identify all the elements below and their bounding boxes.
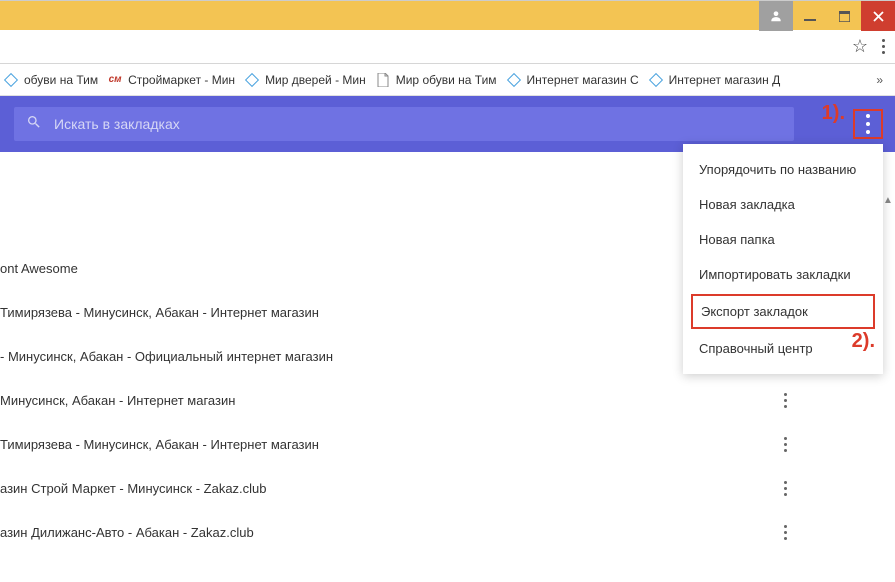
bookmark-label: Интернет магазин Д (669, 73, 781, 87)
close-button[interactable] (861, 1, 895, 31)
diamond-icon (649, 73, 663, 87)
list-item[interactable]: азин Строй Маркет - Минусинск - Zakaz.cl… (0, 466, 813, 510)
diamond-icon (4, 73, 18, 87)
bookmark-label: Строймаркет - Мин (128, 73, 235, 87)
app-toolbar: 1). Упорядочить по названию Новая заклад… (0, 96, 895, 152)
maximize-button[interactable] (827, 1, 861, 31)
bookmarks-manager: 1). Упорядочить по названию Новая заклад… (0, 96, 895, 152)
bookmark-star-icon[interactable]: ☆ (852, 36, 868, 57)
bookmark-label: Интернет магазин C (527, 73, 639, 87)
menu-import-bookmarks[interactable]: Импортировать закладки (683, 257, 883, 292)
bookmark-item[interactable]: Мир дверей - Мин (245, 73, 366, 87)
bookmark-title: азин Дилижанс-Авто - Абакан - Zakaz.club (0, 525, 254, 540)
bookmark-label: обуви на Тим (24, 73, 98, 87)
annotation-1: 1). (822, 102, 845, 125)
bookmark-title: Тимирязева - Минусинск, Абакан - Интерне… (0, 437, 319, 452)
list-item[interactable]: Тимирязева - Минусинск, Абакан - Интерне… (0, 422, 813, 466)
menu-new-bookmark[interactable]: Новая закладка (683, 187, 883, 222)
bookmarks-overflow-icon[interactable]: » (868, 73, 891, 87)
more-icon[interactable] (778, 475, 793, 502)
diamond-icon (507, 73, 521, 87)
search-field[interactable] (14, 107, 794, 141)
bookmark-item[interactable]: Интернет магазин Д (649, 73, 781, 87)
search-input[interactable] (54, 116, 782, 132)
bookmark-label: Мир обуви на Тим (396, 73, 497, 87)
more-icon[interactable] (778, 431, 793, 458)
menu-sort-by-name[interactable]: Упорядочить по названию (683, 152, 883, 187)
minimize-button[interactable] (793, 1, 827, 31)
bookmark-title: азин Строй Маркет - Минусинск - Zakaz.cl… (0, 481, 267, 496)
app-menu-dropdown: Упорядочить по названию Новая закладка Н… (683, 144, 883, 374)
bookmark-label: Мир дверей - Мин (265, 73, 366, 87)
bookmark-item[interactable]: Интернет магазин C (507, 73, 639, 87)
window-titlebar (0, 0, 895, 30)
page-icon (376, 73, 390, 87)
search-icon (26, 114, 42, 135)
list-item[interactable]: азин Дилижанс-Авто - Абакан - Zakaz.club (0, 510, 813, 554)
browser-toolbar: ☆ (0, 30, 895, 64)
menu-new-folder[interactable]: Новая папка (683, 222, 883, 257)
bookmark-title: Тимирязева - Минусинск, Абакан - Интерне… (0, 305, 319, 320)
bookmark-item[interactable]: обуви на Тим (4, 73, 98, 87)
more-icon[interactable] (778, 387, 793, 414)
bookmark-title: ont Awesome (0, 261, 78, 276)
scroll-up-icon[interactable]: ▲ (881, 192, 895, 208)
diamond-icon (245, 73, 259, 87)
menu-help-center[interactable]: Справочный центр (683, 331, 883, 366)
bookmarks-bar: обуви на Тим см Строймаркет - Мин Мир дв… (0, 64, 895, 96)
bookmark-title: Минусинск, Абакан - Интернет магазин (0, 393, 235, 408)
app-menu-button[interactable] (853, 109, 883, 139)
cm-icon: см (108, 73, 122, 87)
user-icon[interactable] (759, 1, 793, 31)
list-item[interactable]: Минусинск, Абакан - Интернет магазин (0, 378, 813, 422)
more-icon[interactable] (778, 519, 793, 546)
bookmark-item[interactable]: Мир обуви на Тим (376, 73, 497, 87)
browser-menu-icon[interactable] (882, 39, 885, 54)
bookmark-title: - Минусинск, Абакан - Официальный интерн… (0, 349, 333, 364)
menu-export-bookmarks[interactable]: Экспорт закладок (691, 294, 875, 329)
bookmark-item[interactable]: см Строймаркет - Мин (108, 73, 235, 87)
